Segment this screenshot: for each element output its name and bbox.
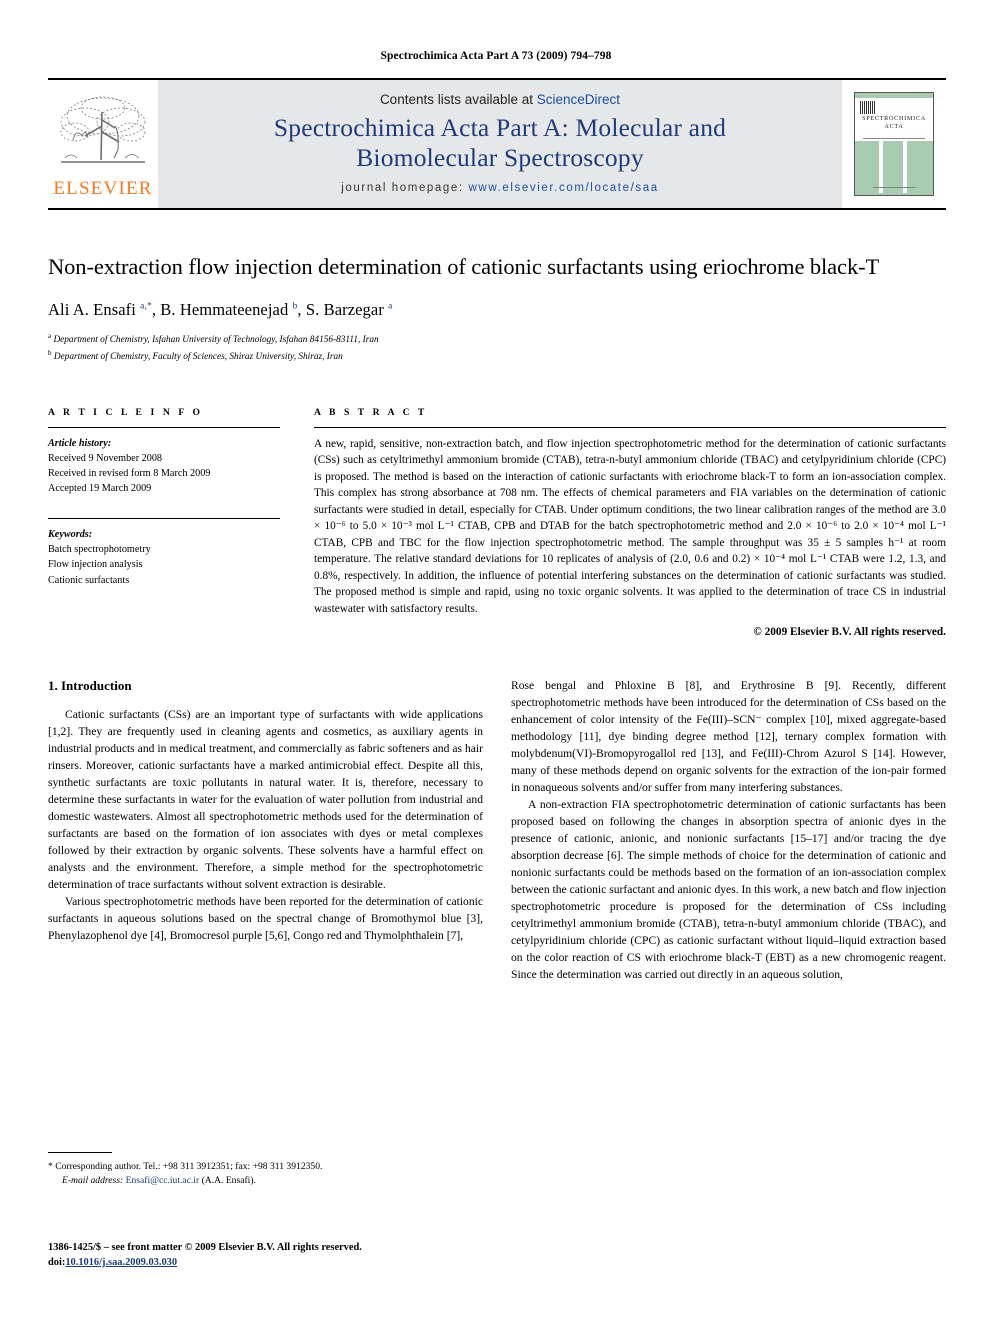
journal-article-page: Spectrochimica Acta Part A 73 (2009) 794… [0, 0, 992, 1323]
homepage-label: journal homepage: [341, 181, 464, 194]
article-info-heading: A R T I C L E I N F O [48, 406, 204, 418]
email-label: E-mail address: [62, 1175, 124, 1187]
journal-title: Spectrochimica Acta Part A: Molecular an… [274, 113, 726, 172]
intro-paragraph-4: A non-extraction FIA spectrophotometric … [511, 798, 946, 981]
keyword-item: Cationic surfactants [48, 574, 130, 586]
cover-title-line2: ACTA [884, 123, 904, 131]
homepage-url-link[interactable]: www.elsevier.com/locate/saa [469, 182, 659, 194]
footnote-block: * Corresponding author. Tel.: +98 311 39… [48, 1152, 468, 1189]
elsevier-wordmark: ELSEVIER [53, 178, 153, 199]
sciencedirect-link[interactable]: ScienceDirect [537, 92, 620, 107]
history-received: Received 9 November 2008 [48, 452, 163, 464]
article-info-divider-top [48, 426, 280, 428]
cover-divider [863, 138, 925, 139]
abstract-divider [314, 426, 946, 428]
affiliation-b: b Department of Chemistry, Faculty of Sc… [48, 348, 944, 365]
author-list: Ali A. Ensafi a,*, B. Hemmateenejad b, S… [48, 299, 393, 319]
abstract-copyright: © 2009 Elsevier B.V. All rights reserved… [753, 626, 946, 639]
author-affil-marker-a: a,* [140, 301, 152, 312]
article-body: 1. Introduction Cationic surfactants (CS… [48, 678, 946, 984]
email-link[interactable]: Ensafi@cc.iut.ac.ir [126, 1175, 200, 1186]
keywords-group: Keywords: Batch spectrophotometry Flow i… [48, 527, 280, 587]
journal-homepage-line: journal homepage: www.elsevier.com/locat… [341, 182, 658, 194]
journal-cover-thumbnail: SPECTROCHIMICA ACTA [842, 80, 946, 208]
article-info-divider-mid [48, 518, 280, 520]
keywords-label: Keywords: [48, 529, 93, 541]
abstract-heading: A B S T R A C T [314, 406, 428, 418]
keyword-item: Batch spectrophotometry [48, 544, 151, 556]
footnote-marker: * [48, 1161, 53, 1172]
contents-prefix: Contents lists available at [379, 92, 537, 108]
title-block: Non-extraction flow injection determinat… [48, 253, 944, 365]
cover-image: SPECTROCHIMICA ACTA [854, 92, 934, 196]
journal-masthead: ELSEVIER Contents lists available at Sci… [48, 78, 946, 210]
intro-paragraph-1: Cationic surfactants (CSs) are an import… [48, 708, 483, 892]
affiliation-b-text: Department of Chemistry, Faculty of Scie… [53, 351, 343, 362]
imprint-block: 1386-1425/$ – see front matter © 2009 El… [48, 1240, 508, 1270]
running-head: Spectrochimica Acta Part A 73 (2009) 794… [380, 50, 612, 62]
affiliation-marker-a: a [48, 331, 52, 340]
history-accepted: Accepted 19 March 2009 [48, 483, 152, 495]
article-info-column: A R T I C L E I N F O Article history: R… [48, 407, 280, 638]
issn-copyright-line: 1386-1425/$ – see front matter © 2009 El… [48, 1242, 362, 1253]
page-title: Non-extraction flow injection determinat… [48, 254, 880, 279]
body-column-left: 1. Introduction Cationic surfactants (CS… [48, 678, 483, 984]
cover-title-text: SPECTROCHIMICA ACTA [855, 115, 933, 132]
corresponding-author-text: Corresponding author. Tel.: +98 311 3912… [55, 1161, 323, 1172]
cover-barcode-icon [860, 101, 875, 114]
contents-available-line: Contents lists available at ScienceDirec… [380, 92, 620, 107]
affiliation-list: a Department of Chemistry, Isfahan Unive… [48, 331, 944, 365]
email-suffix: (A.A. Ensafi). [201, 1175, 256, 1187]
history-revised: Received in revised form 8 March 2009 [48, 468, 211, 480]
doi-link[interactable]: 10.1016/j.saa.2009.03.030 [65, 1257, 177, 1268]
affiliation-a: a Department of Chemistry, Isfahan Unive… [48, 331, 944, 348]
author-affil-marker-a2: a [388, 301, 393, 312]
cover-stripe-left [879, 141, 883, 193]
abstract-column: A B S T R A C T A new, rapid, sensitive,… [314, 407, 946, 638]
corresponding-author-note: * Corresponding author. Tel.: +98 311 39… [48, 1160, 468, 1189]
affiliation-marker-b: b [48, 348, 52, 357]
cover-footer-line [873, 187, 915, 188]
elsevier-tree-icon [60, 96, 146, 163]
doi-line: doi:10.1016/j.saa.2009.03.030 [48, 1255, 508, 1270]
info-abstract-section: A R T I C L E I N F O Article history: R… [48, 407, 946, 638]
cover-stripe-right [903, 141, 907, 193]
article-history-label: Article history: [48, 437, 112, 449]
section-heading-introduction: 1. Introduction [48, 678, 132, 694]
intro-paragraph-2: Various spectrophotometric methods have … [48, 895, 483, 942]
intro-paragraph-3: Rose bengal and Phloxine B [8], and Eryt… [511, 679, 946, 795]
elsevier-logo: ELSEVIER [48, 80, 158, 208]
journal-title-line1: Spectrochimica Acta Part A: Molecular an… [273, 113, 727, 143]
masthead-center: Contents lists available at ScienceDirec… [158, 80, 842, 208]
abstract-text: A new, rapid, sensitive, non-extraction … [314, 437, 946, 615]
author-affil-marker-b: b [292, 301, 298, 312]
footnote-divider [48, 1152, 112, 1153]
journal-title-line2: Biomolecular Spectroscopy [356, 143, 644, 172]
article-history-group: Article history: Received 9 November 200… [48, 436, 280, 496]
cover-title-line1: SPECTROCHIMICA [862, 115, 926, 122]
keyword-item: Flow injection analysis [48, 559, 143, 571]
affiliation-a-text: Department of Chemistry, Isfahan Univers… [53, 334, 379, 345]
body-column-right: Rose bengal and Phloxine B [8], and Eryt… [511, 678, 946, 984]
doi-label: doi: [48, 1257, 66, 1269]
